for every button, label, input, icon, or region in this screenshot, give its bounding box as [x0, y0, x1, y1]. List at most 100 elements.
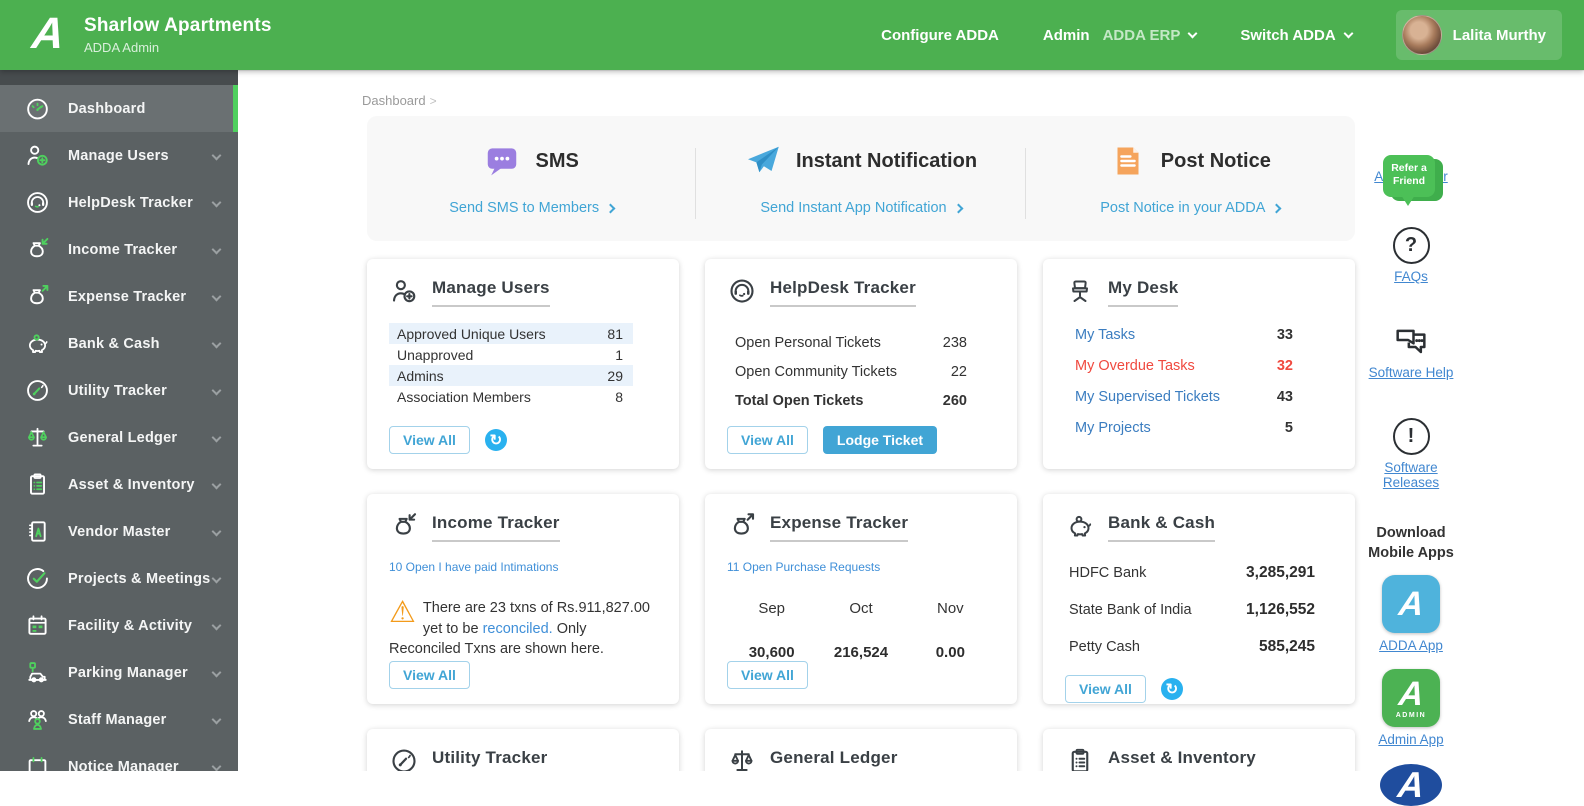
sidebar-item-staff-manager[interactable]: Staff Manager — [0, 696, 238, 743]
list-item: My Projects 5 — [1075, 420, 1293, 436]
sidebar-item-facility-activity[interactable]: Facility & Activity — [0, 602, 238, 649]
paper-plane-icon — [745, 143, 781, 179]
card-income-tracker: Income Tracker 10 Open I have paid Intim… — [367, 494, 679, 704]
sidebar-item-parking-manager[interactable]: Parking Manager — [0, 649, 238, 696]
notice-calendar-icon — [24, 753, 51, 771]
chevron-down-icon — [211, 667, 222, 678]
card-title: Asset & Inventory — [1108, 748, 1256, 771]
my-tasks-link[interactable]: My Tasks — [1075, 327, 1135, 343]
view-all-button[interactable]: View All — [389, 661, 470, 689]
list-item: My Overdue Tasks 32 — [1075, 358, 1293, 374]
sidebar-item-vendor-master[interactable]: Vendor Master — [0, 508, 238, 555]
quick-action-post-notice: Post Notice Post Notice in your ADDA — [1026, 116, 1355, 241]
chevron-right-icon — [1271, 203, 1282, 214]
warning-triangle-icon: ⚠ — [389, 596, 416, 629]
user-menu[interactable]: Lalita Murthy — [1395, 10, 1562, 60]
table-row: Association Members 8 — [397, 388, 623, 405]
admin-role-dropdown[interactable]: Admin ADDA ERP — [1043, 27, 1198, 44]
table-row: Petty Cash 585,245 — [1069, 638, 1315, 655]
card-asset-inventory: Asset & Inventory — [1043, 729, 1355, 771]
brand: A Sharlow Apartments ADDA Admin — [0, 9, 330, 59]
send-notification-link[interactable]: Send Instant App Notification — [760, 200, 964, 216]
sidebar-item-asset-inventory[interactable]: Asset & Inventory — [0, 461, 238, 508]
expense-month-headers: Sep Oct Nov — [758, 600, 964, 617]
money-bag-out-icon — [727, 511, 757, 541]
chevron-down-icon — [211, 291, 222, 302]
card-title: Income Tracker — [432, 513, 560, 542]
money-bag-in-icon — [24, 236, 51, 263]
chevron-down-icon — [211, 432, 222, 443]
software-help-link[interactable]: Software Help — [1369, 365, 1454, 380]
my-overdue-tasks-link[interactable]: My Overdue Tasks — [1075, 358, 1195, 374]
switch-adda-dropdown[interactable]: Switch ADDA — [1240, 27, 1354, 44]
faqs-link[interactable]: FAQs — [1394, 269, 1428, 284]
sidebar-item-dashboard[interactable]: Dashboard — [0, 85, 238, 132]
card-title: HelpDesk Tracker — [770, 278, 916, 307]
table-row: Open Community Tickets 22 — [735, 364, 967, 380]
expense-month-values: 30,600 216,524 0.00 — [748, 644, 965, 661]
chevron-right-icon — [953, 203, 964, 214]
user-name: Lalita Murthy — [1452, 26, 1546, 44]
sidebar-item-notice-manager[interactable]: Notice Manager — [0, 743, 238, 771]
headset-icon — [727, 276, 757, 306]
software-releases-link[interactable]: Software Releases — [1375, 460, 1447, 490]
quick-actions-bar: SMS Send SMS to Members Instant Notifica… — [367, 116, 1355, 241]
view-all-button[interactable]: View All — [727, 661, 808, 689]
adda-app-icon[interactable]: A — [1381, 575, 1440, 634]
sidebar-item-utility-tracker[interactable]: Utility Tracker — [0, 367, 238, 414]
lodge-ticket-button[interactable]: Lodge Ticket — [822, 426, 938, 454]
card-title: Bank & Cash — [1108, 513, 1216, 542]
view-all-button[interactable]: View All — [727, 426, 808, 454]
office-chair-icon — [1065, 276, 1095, 306]
sidebar-item-projects-meetings[interactable]: Projects & Meetings — [0, 555, 238, 602]
sidebar-item-manage-users[interactable]: Manage Users — [0, 132, 238, 179]
org-name: Sharlow Apartments — [84, 15, 272, 36]
right-rail: Refer a Friend ADDA Refer ? FAQs Softwar… — [1356, 70, 1466, 806]
sidebar-item-income-tracker[interactable]: Income Tracker — [0, 226, 238, 273]
chevron-down-icon — [211, 197, 222, 208]
adda-logo-icon: A — [29, 9, 67, 58]
reconcile-warning: ⚠ There are 23 txns of Rs.911,827.00 yet… — [389, 596, 650, 658]
my-supervised-tickets-link[interactable]: My Supervised Tickets — [1075, 389, 1220, 405]
dashboard-icon — [24, 95, 51, 122]
open-intimations-link[interactable]: 10 Open I have paid Intimations — [389, 560, 657, 574]
reconciled-link[interactable]: reconciled. — [483, 621, 553, 637]
adda-circle-app-icon[interactable]: A — [1380, 764, 1442, 806]
gauge-icon — [389, 746, 419, 771]
exclamation-circle-icon: ! — [1392, 418, 1430, 455]
user-avatar — [1401, 15, 1442, 55]
admin-app-link[interactable]: Admin App — [1378, 732, 1443, 747]
headset-icon — [24, 189, 51, 216]
table-row: HDFC Bank 3,285,291 — [1069, 564, 1315, 581]
piggy-bank-icon — [1065, 511, 1095, 541]
table-row: State Bank of India 1,126,552 — [1069, 601, 1315, 618]
sidebar-item-expense-tracker[interactable]: Expense Tracker — [0, 273, 238, 320]
open-purchase-requests-link[interactable]: 11 Open Purchase Requests — [727, 560, 995, 574]
view-all-button[interactable]: View All — [389, 426, 470, 454]
sidebar-item-general-ledger[interactable]: General Ledger — [0, 414, 238, 461]
user-plus-icon — [24, 142, 51, 169]
table-row-total: Total Open Tickets 260 — [735, 393, 967, 409]
top-header: A Sharlow Apartments ADDA Admin Configur… — [0, 0, 1584, 70]
staff-icon — [24, 706, 51, 733]
configure-adda-button[interactable]: Configure ADDA — [881, 27, 999, 44]
view-all-button[interactable]: View All — [1065, 675, 1146, 703]
post-notice-link[interactable]: Post Notice in your ADDA — [1100, 200, 1282, 216]
card-utility-tracker: Utility Tracker — [367, 729, 679, 771]
refresh-icon[interactable]: ↻ — [1160, 678, 1183, 700]
user-plus-icon — [389, 276, 419, 306]
sidebar-item-bank-cash[interactable]: Bank & Cash — [0, 320, 238, 367]
table-row: Approved Unique Users 81 — [389, 323, 633, 344]
my-projects-link[interactable]: My Projects — [1075, 420, 1151, 436]
table-row: Admins 29 — [389, 365, 633, 386]
send-sms-link[interactable]: Send SMS to Members — [449, 200, 616, 216]
refresh-icon[interactable]: ↻ — [484, 429, 507, 451]
breadcrumb[interactable]: Dashboard > — [362, 93, 437, 108]
adda-app-link[interactable]: ADDA App — [1379, 638, 1443, 653]
card-title: General Ledger — [770, 748, 898, 771]
chevron-down-icon — [211, 150, 222, 161]
admin-app-icon[interactable]: A ADMIN — [1381, 669, 1440, 728]
sidebar-item-helpdesk-tracker[interactable]: HelpDesk Tracker — [0, 179, 238, 226]
card-manage-users: Manage Users Approved Unique Users 81 Una… — [367, 259, 679, 469]
chevron-down-icon — [211, 244, 222, 255]
